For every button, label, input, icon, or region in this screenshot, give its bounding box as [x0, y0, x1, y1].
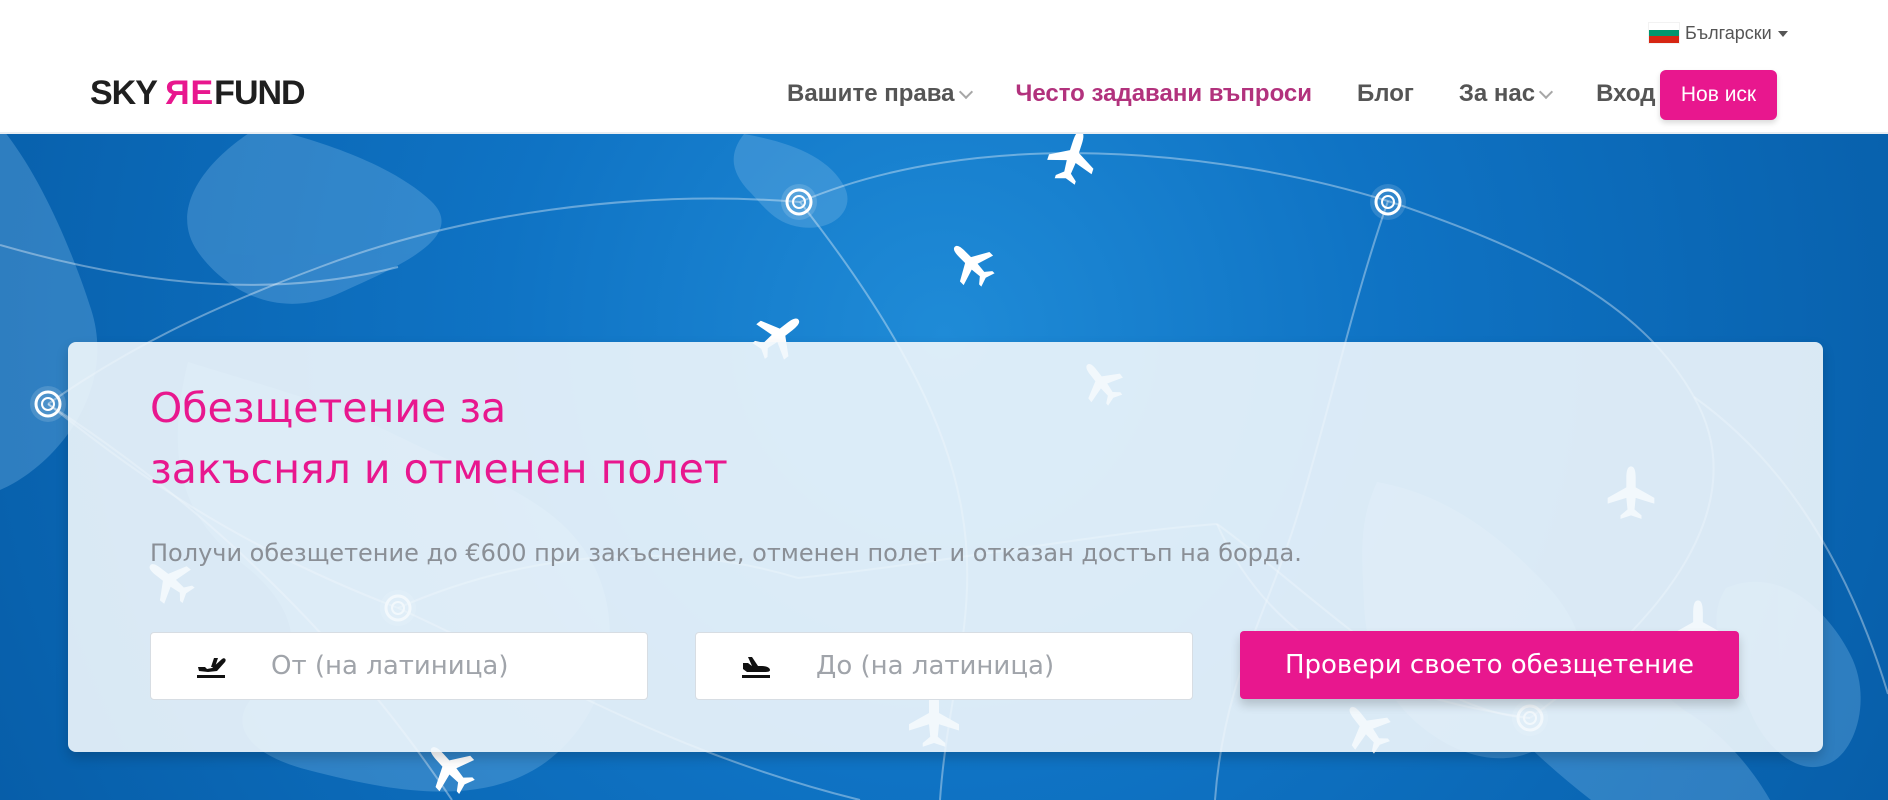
airplane-icon — [1042, 134, 1104, 189]
airplane-arrival-icon-svg — [742, 657, 770, 678]
airplane-departure-icon-svg — [197, 658, 226, 678]
location-target-icon — [28, 384, 68, 424]
airplane-icon — [940, 232, 1003, 295]
nav-your-rights[interactable]: Вашите права — [787, 80, 973, 108]
nav-faq-label: Често задавани въпроси — [1015, 80, 1313, 107]
nav-login-label: Вход — [1596, 80, 1656, 107]
hero-title-line-2: закъснял и отменен полет — [150, 445, 728, 493]
arrival-airport-field[interactable] — [695, 632, 1193, 700]
logo-mirrored-r: R — [165, 74, 190, 112]
main-navigation: Вашите права Често задавани въпроси Блог… — [787, 67, 1700, 121]
skyrefund-logo[interactable]: SKY R E FUND — [90, 73, 306, 113]
language-selector[interactable]: Български — [1649, 21, 1788, 45]
check-compensation-button[interactable]: Провери своето обезщетение — [1240, 631, 1739, 699]
logo-pink-e: E — [190, 74, 213, 112]
site-header: SKY R E FUND Български Вашите права Чест — [0, 0, 1888, 134]
hero-section: Обезщетение за закъснял и отменен полет … — [0, 134, 1888, 800]
nav-blog-label: Блог — [1357, 80, 1414, 107]
nav-about[interactable]: За нас — [1458, 80, 1554, 108]
location-target-icon — [779, 182, 819, 222]
hero-subtitle: Получи обезщетение до €600 при закъснени… — [150, 539, 1302, 567]
bulgarian-flag-icon — [1649, 23, 1679, 44]
nav-faq[interactable]: Често задавани въпроси — [1016, 80, 1313, 108]
chevron-down-icon — [1777, 31, 1788, 37]
language-label: Български — [1685, 22, 1772, 43]
logo-fund-text: FUND — [214, 74, 305, 112]
skyrefund-page: SKY R E FUND Български Вашите права Чест — [0, 0, 1888, 800]
chevron-down-icon — [958, 84, 973, 99]
nav-your-rights-label: Вашите права — [787, 80, 955, 107]
nav-login[interactable]: Вход — [1596, 80, 1655, 108]
logo-sky-text: SKY — [90, 74, 158, 112]
departure-airport-field[interactable] — [150, 632, 648, 700]
departure-airport-input[interactable] — [271, 646, 601, 686]
arrival-airport-input[interactable] — [816, 646, 1146, 686]
airplane-departure-icon — [151, 633, 271, 699]
nav-about-label: За нас — [1458, 80, 1536, 107]
airplane-arrival-icon — [696, 633, 816, 699]
new-claim-button[interactable]: Нов иск — [1660, 70, 1777, 120]
compensation-search-card: Обезщетение за закъснял и отменен полет … — [68, 342, 1823, 752]
hero-title-line-1: Обезщетение за — [150, 384, 507, 432]
chevron-down-icon — [1539, 84, 1554, 99]
location-target-icon — [1368, 182, 1408, 222]
nav-blog[interactable]: Блог — [1357, 80, 1414, 108]
logo-refund-text: R E FUND — [165, 74, 306, 112]
hero-title: Обезщетение за закъснял и отменен полет — [150, 378, 970, 500]
